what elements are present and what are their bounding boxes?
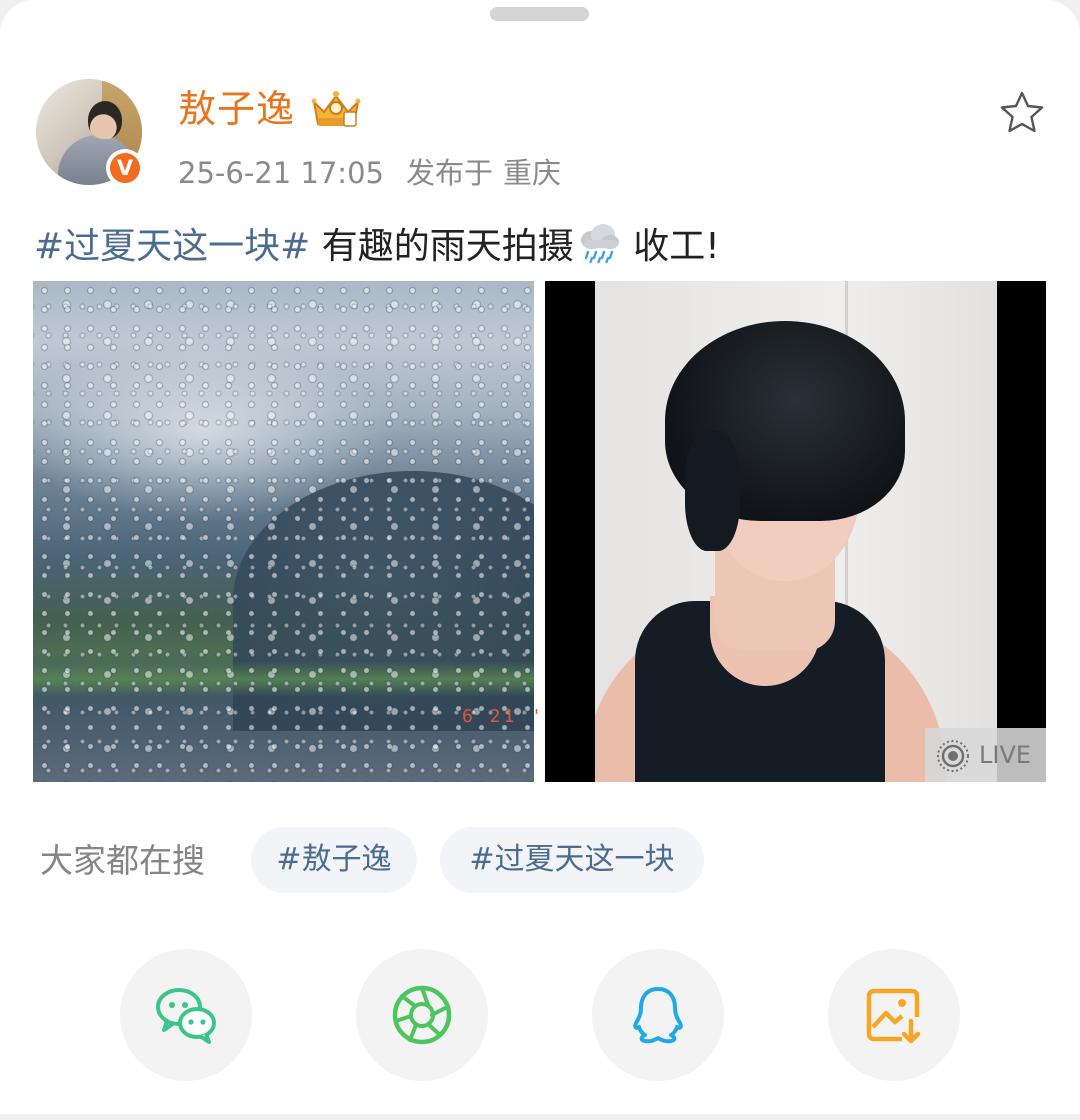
bottom-divider [0,1114,1080,1120]
verified-v-icon: V [110,153,140,183]
share-moments-button[interactable] [356,949,488,1081]
rain-cloud-icon [580,224,619,264]
verified-badge: V [106,149,144,187]
save-image-button[interactable] [828,949,960,1081]
post-suffix: 收工! [621,226,720,267]
post-body: 有趣的雨天拍摄 [310,226,574,267]
star-icon[interactable] [998,89,1046,137]
timestamp: 25-6-21 17:05 [178,156,384,190]
live-label: LIVE [979,741,1032,769]
location[interactable]: 重庆 [503,156,561,190]
username[interactable]: 敖子逸 [178,84,295,134]
crown-icon [311,91,361,127]
post-image-rain-window[interactable] [33,281,534,782]
live-badge[interactable]: LIVE [925,728,1046,782]
live-icon [937,740,969,772]
moments-icon [392,985,452,1045]
search-chip-hashtag[interactable]: #过夏天这一块 [440,827,704,893]
qq-icon [633,987,683,1044]
save-image-icon [866,988,921,1044]
post-text: #过夏天这一块# 有趣的雨天拍摄 收工! [34,220,720,273]
wechat-icon [156,988,216,1044]
trending-search-label: 大家都在搜 [40,841,205,880]
sheet-grabber[interactable] [490,7,589,21]
share-qq-button[interactable] [592,949,724,1081]
share-sheet: V 敖子逸 25-6-21 17:05 发布于 重庆 #过夏天这一块# 有趣的雨天拍… [0,0,1080,1120]
share-wechat-button[interactable] [120,949,252,1081]
hashtag-link[interactable]: #过夏天这一块# [34,226,310,267]
post-image-live-photo[interactable]: LIVE [545,281,1046,782]
search-chip-username[interactable]: #敖子逸 [251,827,417,893]
post-meta: 25-6-21 17:05 发布于 重庆 [178,153,561,193]
location-label: 发布于 [405,156,493,190]
